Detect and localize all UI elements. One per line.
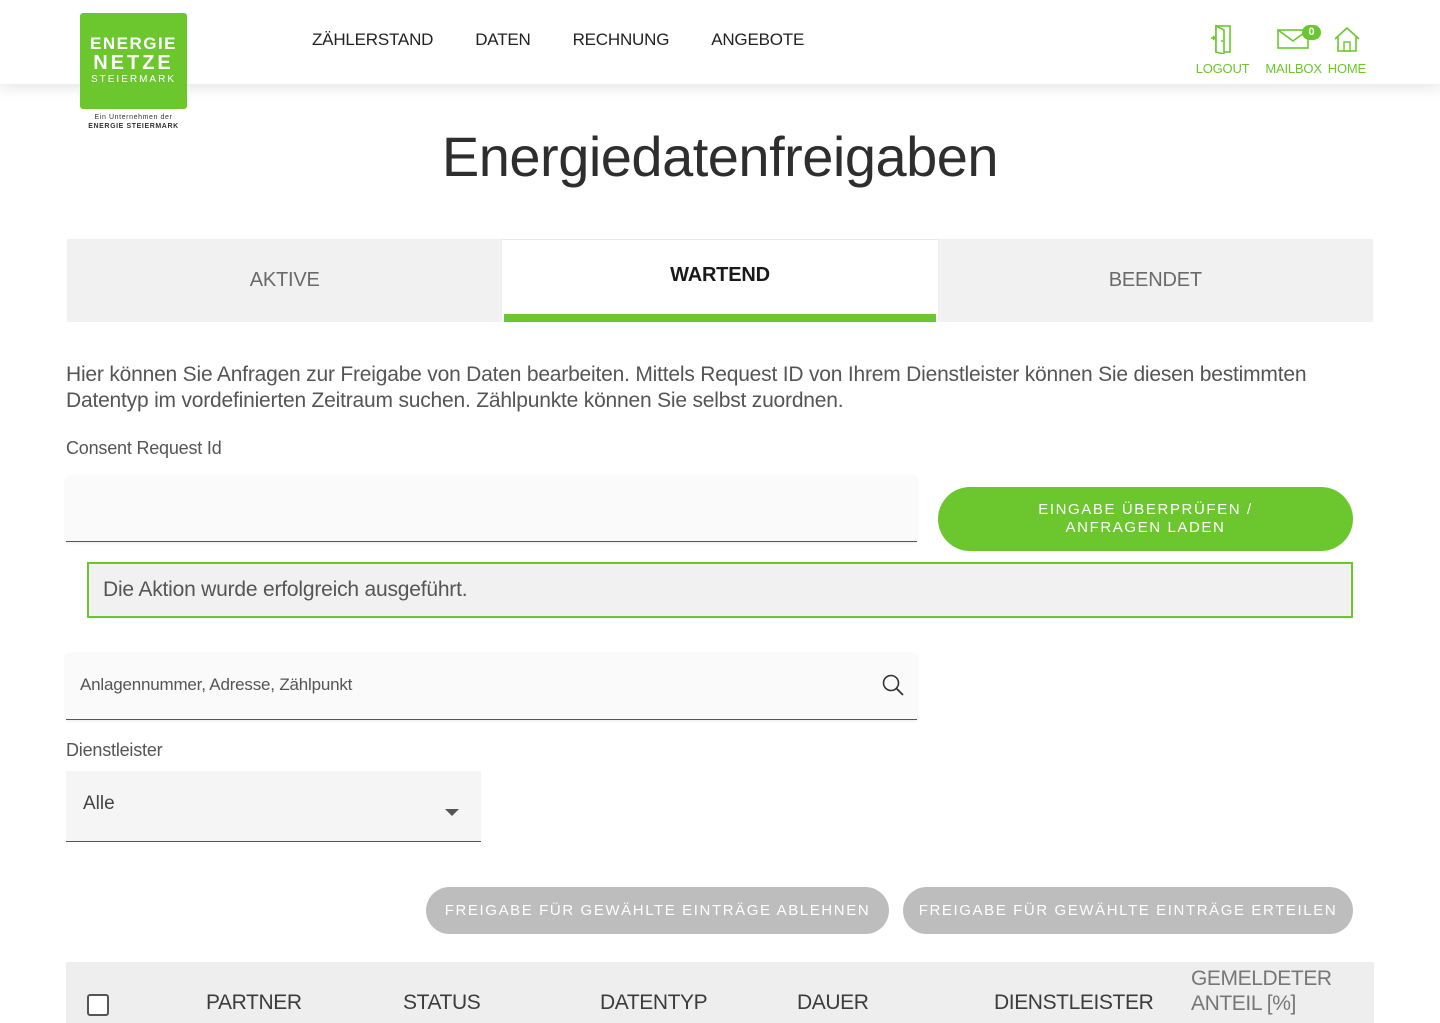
col-dienstleister[interactable]: DIENSTLEISTER [994,991,1154,1015]
select-all-checkbox[interactable] [87,994,109,1016]
logo-line-1: ENERGIE [89,34,178,53]
header-actions: LOGOUT 0 MAILBOX HOME [1196,22,1366,76]
logout-button[interactable]: LOGOUT [1196,22,1250,76]
logo-line-2: NETZE [93,52,174,74]
provider-selected-value: Alle [83,793,115,814]
col-datentyp[interactable]: DATENTYP [600,991,708,1015]
nav-rechnung[interactable]: RECHNUNG [573,30,670,50]
nav-angebote[interactable]: ANGEBOTE [711,30,804,50]
home-button[interactable]: HOME [1328,22,1366,76]
mail-icon: 0 [1276,22,1321,56]
energie-netze-logo[interactable]: ENERGIE NETZE STEIERMARK [80,13,187,109]
col-status[interactable]: STATUS [403,991,481,1015]
mailbox-button[interactable]: 0 MAILBOX [1265,22,1322,76]
provider-select[interactable]: Alle [66,771,481,842]
col-anteil: ANTEIL [%] [1191,992,1296,1015]
provider-label: Dienstleister [66,740,163,760]
mailbox-count-badge: 0 [1302,25,1321,40]
status-tabs: AKTIVE WARTEND BEENDET [67,239,1373,322]
dropdown-arrow-icon [445,809,459,816]
home-label: HOME [1327,61,1366,76]
logout-icon [1210,22,1236,56]
logo-tagline-1: Ein Unternehmen der [94,114,173,121]
consent-request-input[interactable] [66,476,917,542]
intro-text: Hier können Sie Anfragen zur Freigabe vo… [66,363,1307,412]
table-header: PARTNER STATUS DATENTYP DAUER DIENSTLEIS… [66,962,1374,1023]
tab-beendet[interactable]: BEENDET [938,239,1373,322]
search-icon[interactable] [881,673,905,702]
mailbox-label: MAILBOX [1265,61,1322,76]
home-icon [1333,22,1361,56]
logo-tagline-2: ENERGIE STEIERMARK [88,123,179,130]
col-gemeldeter[interactable]: GEMELDETER [1191,967,1332,991]
consent-request-label: Consent Request Id [66,438,222,458]
main-nav: ZÄHLERSTAND DATEN RECHNUNG ANGEBOTE [312,30,804,50]
grant-selected-button[interactable]: FREIGABE FÜR GEWÄHLTE EINTRÄGE ERTEILEN [903,887,1353,934]
nav-daten[interactable]: DATEN [475,30,531,50]
search-field[interactable]: Anlagennummer, Adresse, Zählpunkt [66,653,917,720]
page-title: Energiedatenfreigaben [441,125,999,188]
logout-label: LOGOUT [1195,61,1250,76]
tab-aktive[interactable]: AKTIVE [67,239,502,322]
col-dauer[interactable]: DAUER [797,991,869,1015]
tab-wartend[interactable]: WARTEND [502,239,938,322]
reject-selected-button[interactable]: FREIGABE FÜR GEWÄHLTE EINTRÄGE ABLEHNEN [426,887,889,934]
success-message: Die Aktion wurde erfolgreich ausgeführt. [87,562,1353,618]
search-placeholder: Anlagennummer, Adresse, Zählpunkt [80,675,353,694]
nav-zaehlerstand[interactable]: ZÄHLERSTAND [312,30,433,50]
logo-line-3: STEIERMARK [90,74,176,85]
col-partner[interactable]: PARTNER [206,991,302,1015]
logo-tagline: Ein Unternehmen der ENERGIE STEIERMARK [80,113,187,131]
check-input-load-requests-button[interactable]: EINGABE ÜBERPRÜFEN / ANFRAGEN LADEN [938,487,1353,551]
